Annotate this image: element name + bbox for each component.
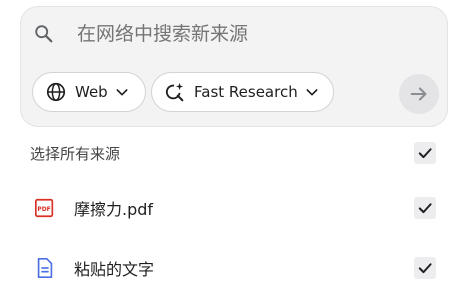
checkmark-icon xyxy=(418,148,432,159)
source-item-checkbox[interactable] xyxy=(414,257,436,279)
source-item-checkbox[interactable] xyxy=(414,197,436,219)
svg-text:PDF: PDF xyxy=(37,206,50,213)
search-row xyxy=(33,23,397,45)
sparkle-search-icon xyxy=(165,82,184,102)
checkmark-icon xyxy=(418,203,432,214)
arrow-right-icon xyxy=(410,87,427,101)
source-item[interactable]: PDF 摩擦力.pdf xyxy=(30,195,440,221)
submit-search-button[interactable] xyxy=(399,74,439,114)
web-filter-label: Web xyxy=(75,83,108,101)
checkmark-icon xyxy=(418,263,432,274)
research-mode-label: Fast Research xyxy=(194,83,298,101)
research-mode-button[interactable]: Fast Research xyxy=(151,72,334,112)
source-item-label: 摩擦力.pdf xyxy=(74,200,154,219)
pdf-icon: PDF xyxy=(35,198,54,218)
web-filter-button[interactable]: Web xyxy=(32,72,146,112)
source-item-label: 粘贴的文字 xyxy=(74,260,155,279)
search-icon xyxy=(35,25,53,43)
text-document-icon xyxy=(37,258,53,278)
source-item[interactable]: 粘贴的文字 xyxy=(30,255,440,281)
search-card: Web Fast Research xyxy=(20,6,448,127)
select-all-row: 选择所有来源 xyxy=(30,141,440,165)
search-input[interactable] xyxy=(77,23,397,45)
select-all-checkbox[interactable] xyxy=(414,142,436,164)
globe-icon xyxy=(46,82,66,102)
select-all-label: 选择所有来源 xyxy=(30,144,121,163)
chevron-down-icon xyxy=(306,89,318,96)
chevron-down-icon xyxy=(116,89,128,96)
